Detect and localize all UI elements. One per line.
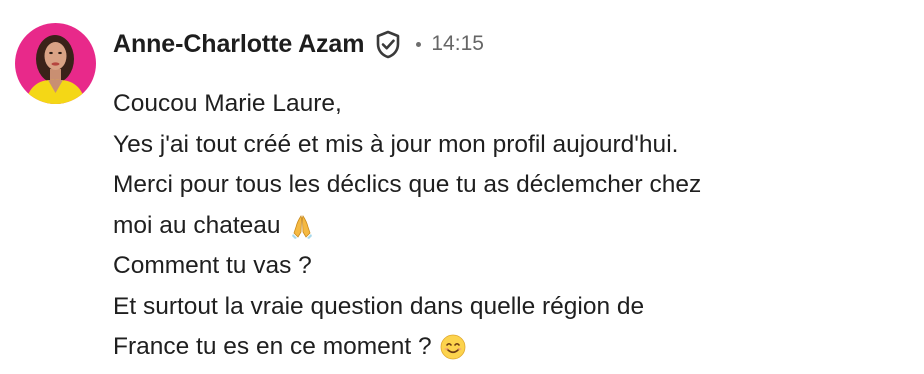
message-line: Yes j'ai tout créé et mis à jour mon pro… (113, 125, 903, 166)
message-line: moi au chateau (113, 206, 903, 247)
smiling-face-emoji-icon (440, 334, 466, 360)
chat-message: Anne-Charlotte Azam 14:15 Coucou Marie L… (0, 0, 924, 374)
message-header: Anne-Charlotte Azam 14:15 (113, 26, 484, 62)
sender-name[interactable]: Anne-Charlotte Azam (113, 30, 364, 59)
message-text: France tu es en ce moment ? (113, 333, 432, 360)
message-text: Coucou Marie Laure, (113, 90, 342, 117)
message-line: Et surtout la vraie question dans quelle… (113, 287, 903, 328)
message-line: Merci pour tous les déclics que tu as dé… (113, 165, 903, 206)
message-text: Merci pour tous les déclics que tu as dé… (113, 171, 702, 198)
separator-dot (416, 41, 422, 47)
message-line: Comment tu vas ? (113, 246, 903, 287)
message-text: moi au chateau (113, 211, 281, 239)
message-line: Coucou Marie Laure, (113, 84, 903, 125)
praying-hands-emoji-icon (289, 213, 315, 239)
message-text: Comment tu vas ? (113, 252, 312, 279)
message-body: Coucou Marie Laure, Yes j'ai tout créé e… (113, 84, 903, 368)
timestamp: 14:15 (431, 32, 484, 55)
avatar[interactable] (15, 23, 96, 104)
message-text: Et surtout la vraie question dans quelle… (113, 292, 645, 320)
message-text: Yes j'ai tout créé et mis à jour mon pro… (113, 130, 679, 158)
shield-check-icon (374, 29, 402, 59)
message-line: France tu es en ce moment ? (113, 327, 903, 368)
